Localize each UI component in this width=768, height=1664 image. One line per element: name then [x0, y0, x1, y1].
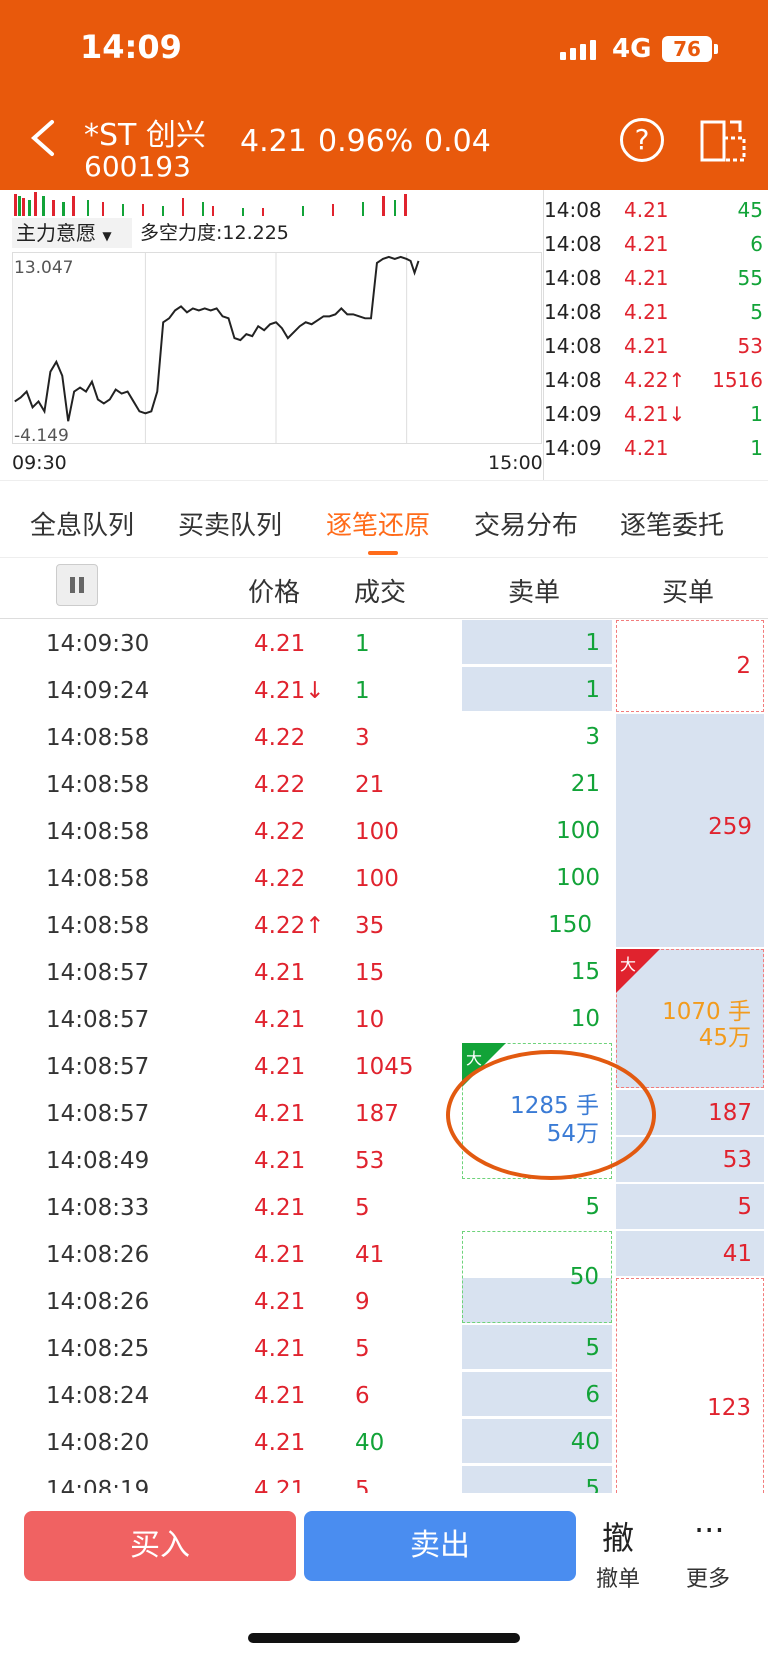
status-time: 14:09: [80, 28, 182, 66]
sell-order-cell[interactable]: 150: [462, 902, 612, 946]
table-row: 14:08:58 4.22 3: [46, 725, 370, 751]
header: 14:09 4G 76 *ST 创兴 600193 4.21 0.96% 0.0…: [0, 0, 768, 190]
table-row: 14:08:33 4.21 5: [46, 1195, 370, 1221]
chart-y-max: 13.047: [14, 258, 74, 278]
tab-trade-distribution[interactable]: 交易分布: [474, 505, 578, 542]
table-row: 14:08:58 4.22 100: [46, 866, 399, 892]
stock-change: 0.04: [424, 124, 491, 159]
tab-tick-restore[interactable]: 逐笔还原: [326, 505, 430, 542]
table-row: 14:09:24 4.21↓ 1: [46, 678, 370, 704]
table-row: 14:08:58 4.22 21: [46, 772, 385, 798]
network-label: 4G: [612, 34, 652, 64]
sell-order-cell[interactable]: 1: [462, 620, 612, 664]
chart-time-start: 09:30: [12, 452, 67, 474]
sell-order-cell[interactable]: 100: [462, 808, 612, 852]
sell-order-cell[interactable]: 5: [462, 1466, 612, 1493]
sell-order-cell[interactable]: 21: [462, 761, 612, 805]
intraday-chart[interactable]: [12, 252, 542, 444]
header-buy: 买单: [662, 578, 715, 608]
stock-name: *ST 创兴: [84, 118, 206, 153]
sell-order-cell[interactable]: 10: [462, 996, 612, 1040]
cancel-order-label[interactable]: 撤单: [596, 1561, 640, 1593]
sell-order-cell[interactable]: 6: [462, 1372, 612, 1416]
sell-order-cell[interactable]: 5: [462, 1184, 612, 1228]
sell-order-cell[interactable]: 100: [462, 855, 612, 899]
tick-row: 14:09 4.21↓ 1: [544, 402, 763, 426]
tick-row: 14:08 4.22↑ 1516: [544, 368, 763, 392]
table-row: 14:08:25 4.21 5: [46, 1336, 370, 1362]
table-row: 14:08:49 4.21 53: [46, 1148, 385, 1174]
sell-order-cell[interactable]: 3: [462, 714, 612, 758]
highlight-circle: [446, 1050, 656, 1180]
tick-list: 14:08 4.21 45 14:08 4.21 6 14:08 4.21 55…: [543, 190, 768, 480]
battery-icon: 76: [662, 36, 718, 62]
buy-button[interactable]: 买入: [24, 1511, 296, 1581]
stock-change-percent: 0.96%: [318, 124, 414, 159]
tick-row: 14:08 4.21 55: [544, 266, 763, 290]
header-volume: 成交: [354, 578, 407, 608]
chart-area: 主力意愿 ▼ 多空力度:12.225 13.047 -4.149 09:30 1…: [0, 190, 768, 480]
table-row: 14:08:57 4.21 187: [46, 1101, 399, 1127]
buy-order-cell[interactable]: 123: [616, 1278, 764, 1493]
tick-row: 14:08 4.21 6: [544, 232, 763, 256]
table-row: 14:08:58 4.22 100: [46, 819, 399, 845]
buy-order-cell[interactable]: 5: [616, 1184, 764, 1229]
header-sell: 卖单: [508, 578, 561, 608]
table-header: 价格 成交 卖单 买单: [0, 556, 768, 619]
tab-tick-orders[interactable]: 逐笔委托: [620, 505, 724, 542]
volume-strip: [14, 192, 407, 216]
sell-order-cell[interactable]: 1: [462, 667, 612, 711]
help-icon[interactable]: ?: [620, 118, 664, 162]
indicator-select[interactable]: 主力意愿 ▼: [12, 218, 132, 248]
tab-underline: [368, 551, 398, 555]
table-row: 14:08:57 4.21 15: [46, 960, 385, 986]
table-row: 14:09:30 4.21 1: [46, 631, 370, 657]
table-row: 14:08:57 4.21 10: [46, 1007, 385, 1033]
indicator-toolbar: 主力意愿 ▼ 多空力度:12.225: [12, 218, 542, 248]
bottom-bar: 买入 卖出 撤 撤单 ··· 更多: [0, 1493, 768, 1664]
chart-time-end: 15:00: [488, 452, 543, 474]
dropdown-icon: ▼: [102, 229, 112, 243]
buy-order-cell[interactable]: 259: [616, 714, 764, 947]
sell-order-cell[interactable]: 50: [462, 1231, 612, 1323]
stock-price: 4.21: [240, 124, 307, 159]
sell-order-cell[interactable]: 15: [462, 949, 612, 993]
table-row: 14:08:26 4.21 41: [46, 1242, 385, 1268]
pause-icon[interactable]: [56, 564, 98, 606]
tick-row: 14:08 4.21 5: [544, 300, 763, 324]
tab-order-queue[interactable]: 买卖队列: [178, 505, 282, 542]
more-icon[interactable]: ···: [694, 1511, 725, 1549]
table-row: 14:08:24 4.21 6: [46, 1383, 370, 1409]
table-row: 14:08:20 4.21 40: [46, 1430, 385, 1456]
tick-restore-table[interactable]: 14:09:30 4.21 1 14:09:24 4.21↓ 1 14:08:58 4.2…: [0, 618, 768, 1493]
back-icon[interactable]: [28, 118, 58, 158]
big-order-tag-label: 大: [620, 955, 637, 974]
table-row: 14:08:57 4.21 1045: [46, 1054, 414, 1080]
indicator-value: 多空力度:12.225: [140, 222, 289, 244]
home-indicator: [248, 1633, 520, 1643]
tick-row: 14:09 4.21 1: [544, 436, 763, 460]
header-price: 价格: [248, 578, 301, 608]
tab-bar: 全息队列 买卖队列 逐笔还原 交易分布 逐笔委托: [0, 480, 768, 558]
big-order-tag-label: 大: [466, 1049, 483, 1068]
more-label[interactable]: 更多: [686, 1561, 730, 1593]
screen-switch-icon[interactable]: [700, 118, 746, 164]
tick-row: 14:08 4.21 45: [544, 198, 763, 222]
cancel-order-icon[interactable]: 撤: [602, 1513, 634, 1559]
buy-order-cell[interactable]: 41: [616, 1231, 764, 1276]
chart-y-min: -4.149: [14, 426, 69, 446]
table-row: 14:08:26 4.21 9: [46, 1289, 370, 1315]
buy-order-cell[interactable]: 2: [616, 620, 764, 712]
sell-order-cell[interactable]: 5: [462, 1325, 612, 1369]
tick-row: 14:08 4.21 53: [544, 334, 763, 358]
table-row: 14:08:58 4.22↑ 35: [46, 913, 385, 939]
sell-button[interactable]: 卖出: [304, 1511, 576, 1581]
stock-code: 600193: [84, 150, 191, 183]
signal-icon: [560, 40, 596, 60]
sell-order-cell[interactable]: 40: [462, 1419, 612, 1463]
tab-full-queue[interactable]: 全息队列: [30, 505, 134, 542]
table-row: 14:08:19 4.21 5: [46, 1477, 370, 1493]
